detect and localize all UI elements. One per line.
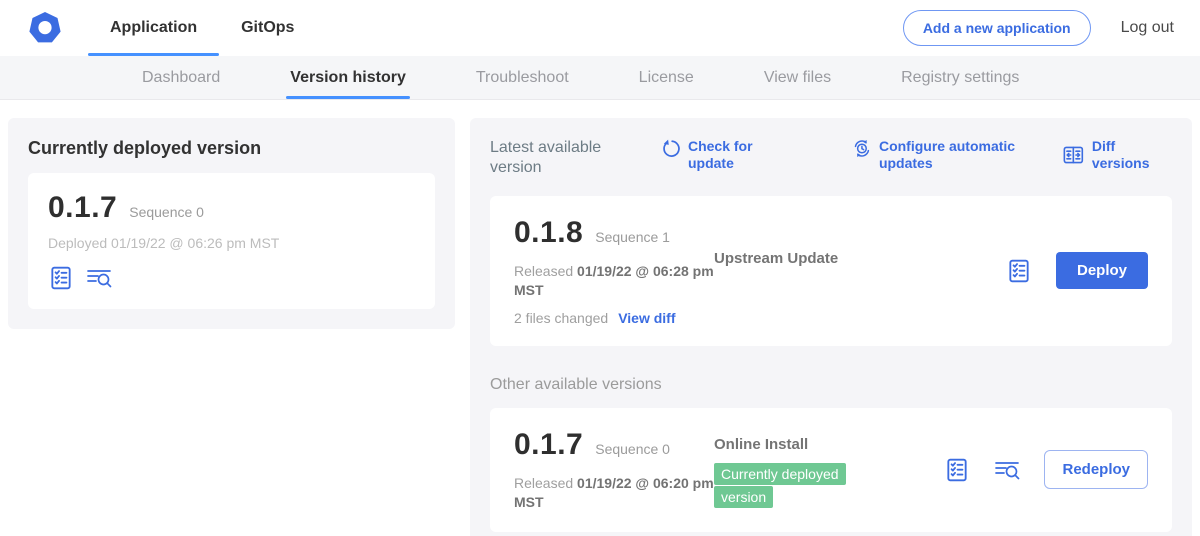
tab-gitops[interactable]: GitOps [219,0,316,56]
other-released-prefix: Released [514,475,577,491]
latest-released-line: Released 01/19/22 @ 06:28 pm MST [514,262,714,300]
check-for-update-label: Check for update [688,138,796,172]
logout-link[interactable]: Log out [1121,19,1174,37]
other-version-number: 0.1.7 [514,428,583,462]
subnav-view-files-label: View files [764,69,831,87]
available-header: Latest available version Check for updat… [490,138,1172,178]
diff-versions-link[interactable]: Diff versions [1062,138,1172,172]
other-version-sequence: Sequence 0 [595,441,670,457]
files-changed-label: 2 files changed [514,310,608,326]
auto-update-clock-icon [852,138,872,159]
latest-source-label: Upstream Update [714,250,1006,267]
tab-application-label: Application [110,19,197,37]
diff-icon [1062,144,1085,166]
other-source-label: Online Install [714,436,944,453]
deployed-timestamp: Deployed 01/19/22 @ 06:26 pm MST [48,235,415,251]
refresh-icon [661,138,681,159]
subnav-item-dashboard[interactable]: Dashboard [142,56,220,99]
kots-logo-icon [26,9,64,47]
subnav-registry-settings-label: Registry settings [901,69,1019,87]
configure-automatic-updates-label: Configure automatic updates [879,138,1062,172]
currently-deployed-badge-wrap: Currently deployed version [714,463,872,509]
other-released-line: Released 01/19/22 @ 06:20 pm MST [514,474,714,512]
subnav-item-registry-settings[interactable]: Registry settings [901,56,1019,99]
view-logs-icon[interactable] [86,265,112,291]
other-versions-title: Other available versions [490,376,1172,394]
preflight-checks-icon[interactable] [1006,258,1032,284]
view-diff-link[interactable]: View diff [618,310,675,326]
tab-application[interactable]: Application [88,0,219,56]
top-navbar: Application GitOps Add a new application… [0,0,1200,56]
subnav-dashboard-label: Dashboard [142,69,220,87]
main-content: Currently deployed version 0.1.7 Sequenc… [0,100,1200,536]
subnav-license-label: License [639,69,694,87]
diff-versions-label: Diff versions [1092,138,1172,172]
subnav-version-history-label: Version history [290,69,406,87]
subnav-item-license[interactable]: License [639,56,694,99]
available-panel-title: Latest available version [490,138,615,178]
currently-deployed-panel: Currently deployed version 0.1.7 Sequenc… [8,118,455,329]
latest-released-prefix: Released [514,263,577,279]
configure-automatic-updates-link[interactable]: Configure automatic updates [852,138,1062,172]
deployed-version-number: 0.1.7 [48,191,117,225]
currently-deployed-badge: Currently deployed version [714,463,846,508]
tab-gitops-label: GitOps [241,19,294,37]
preflight-checks-icon[interactable] [944,457,970,483]
subnav-item-version-history[interactable]: Version history [290,56,406,99]
version-card-other: 0.1.7 Sequence 0 Released 01/19/22 @ 06:… [490,408,1172,532]
add-application-button[interactable]: Add a new application [903,10,1091,46]
view-logs-icon[interactable] [994,457,1020,483]
version-card-latest: 0.1.8 Sequence 1 Released 01/19/22 @ 06:… [490,196,1172,346]
deployed-panel-title: Currently deployed version [28,138,435,159]
subnav-item-troubleshoot[interactable]: Troubleshoot [476,56,569,99]
latest-files-row: 2 files changed View diff [514,310,714,326]
available-versions-panel: Latest available version Check for updat… [470,118,1192,536]
topnav-right: Add a new application Log out [903,0,1200,56]
redeploy-button[interactable]: Redeploy [1044,450,1148,489]
latest-version-sequence: Sequence 1 [595,229,670,245]
latest-version-number: 0.1.8 [514,216,583,250]
app-subnav: Dashboard Version history Troubleshoot L… [0,56,1200,100]
deployed-version-card: 0.1.7 Sequence 0 Deployed 01/19/22 @ 06:… [28,173,435,309]
check-for-update-link[interactable]: Check for update [661,138,796,172]
topnav-tabs: Application GitOps [88,0,316,56]
preflight-checks-icon[interactable] [48,265,74,291]
app-logo[interactable] [0,0,88,56]
subnav-item-view-files[interactable]: View files [764,56,831,99]
deploy-button[interactable]: Deploy [1056,252,1148,289]
deployed-version-sequence: Sequence 0 [129,204,204,220]
subnav-troubleshoot-label: Troubleshoot [476,69,569,87]
